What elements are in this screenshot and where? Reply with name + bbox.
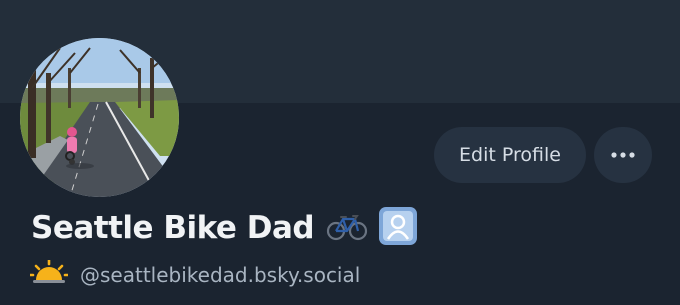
more-options-button[interactable] <box>594 127 652 183</box>
profile-handle: @seattlebikedad.bsky.social <box>80 263 361 287</box>
sunrise-emoji-icon <box>28 258 70 290</box>
edit-profile-button[interactable]: Edit Profile <box>434 127 586 183</box>
display-name: Seattle Bike Dad <box>31 210 315 246</box>
profile-avatar[interactable] <box>20 38 179 197</box>
avatar-photo <box>20 38 179 197</box>
handle-row: @seattlebikedad.bsky.social <box>28 257 361 293</box>
profile-header: Edit Profile Seattle Bike Dad @seattlebi… <box>0 0 680 305</box>
ellipsis-icon <box>611 152 635 158</box>
bicycle-emoji-icon <box>326 211 368 245</box>
person-in-frame-emoji-icon <box>378 206 418 250</box>
display-name-row: Seattle Bike Dad <box>31 202 418 254</box>
